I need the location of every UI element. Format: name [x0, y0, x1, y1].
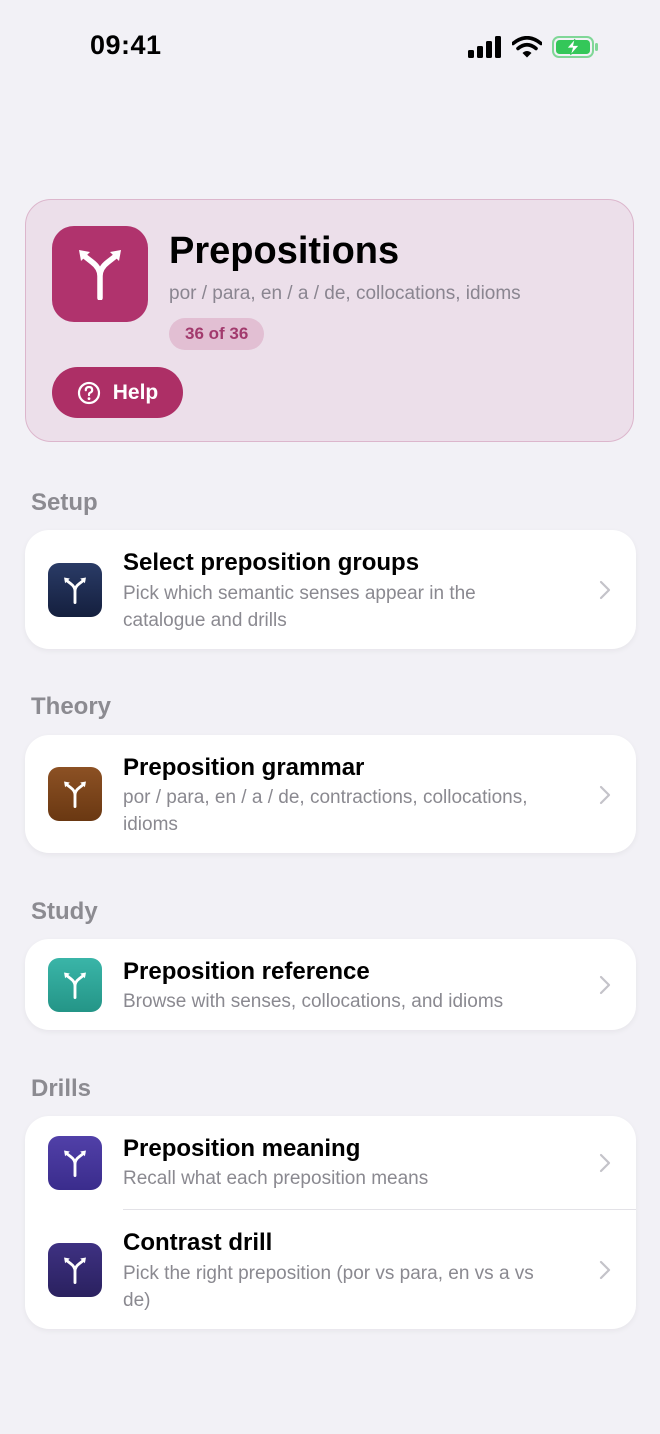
cellular-signal-icon — [468, 36, 501, 58]
page-title: Prepositions — [169, 230, 400, 272]
chevron-right-icon — [599, 1153, 611, 1173]
status-icons — [468, 36, 600, 58]
row-subtitle: por / para, en / a / de, contractions, c… — [123, 787, 528, 835]
help-button-label: Help — [112, 380, 159, 404]
row-title: Preposition reference — [123, 958, 370, 985]
progress-badge: 36 of 36 — [169, 318, 265, 350]
section-header-drills: Drills — [31, 1075, 92, 1102]
status-bar: 09:41 — [0, 0, 660, 100]
row-subtitle: Recall what each preposition means — [123, 1168, 429, 1189]
groups-row-icon — [48, 563, 102, 617]
theory-card: Preposition grammar por / para, en / a /… — [25, 735, 636, 853]
help-button[interactable]: Help — [52, 367, 183, 418]
fork-arrow-icon — [64, 781, 86, 808]
status-time: 09:41 — [90, 30, 162, 60]
fork-arrow-icon — [79, 250, 121, 300]
fork-arrow-icon — [64, 1150, 86, 1177]
drills-card: Preposition meaning Recall what each pre… — [25, 1116, 636, 1329]
battery-charging-icon — [552, 36, 598, 58]
contrast-row-icon — [48, 1243, 102, 1297]
row-title: Preposition meaning — [123, 1135, 361, 1162]
setup-card: Select preposition groups Pick which sem… — [25, 530, 636, 649]
select-preposition-groups-row[interactable]: Select preposition groups Pick which sem… — [25, 530, 636, 649]
row-subtitle: Browse with senses, collocations, and id… — [123, 991, 504, 1012]
chevron-right-icon — [599, 785, 611, 805]
row-title: Select preposition groups — [123, 549, 420, 576]
section-header-setup: Setup — [31, 489, 98, 516]
chevron-right-icon — [599, 1260, 611, 1280]
preposition-grammar-row[interactable]: Preposition grammar por / para, en / a /… — [25, 735, 636, 853]
fork-arrow-icon — [64, 577, 86, 604]
section-header-theory: Theory — [31, 693, 112, 720]
page-subtitle: por / para, en / a / de, collocations, i… — [169, 283, 521, 304]
contrast-drill-row[interactable]: Contrast drill Pick the right prepositio… — [25, 1210, 636, 1329]
chevron-right-icon — [599, 975, 611, 995]
reference-row-icon — [48, 958, 102, 1012]
hero-app-icon — [52, 226, 148, 322]
fork-arrow-icon — [64, 1257, 86, 1284]
section-header-study: Study — [31, 898, 98, 925]
preposition-meaning-row[interactable]: Preposition meaning Recall what each pre… — [25, 1116, 636, 1209]
hero-card: Prepositions por / para, en / a / de, co… — [25, 199, 634, 442]
meaning-row-icon — [48, 1136, 102, 1190]
row-title: Preposition grammar — [123, 754, 365, 781]
row-subtitle: Pick which semantic senses appear in the… — [123, 583, 476, 631]
grammar-row-icon — [48, 767, 102, 821]
study-card: Preposition reference Browse with senses… — [25, 939, 636, 1030]
row-subtitle: Pick the right preposition (por vs para,… — [123, 1263, 534, 1311]
chevron-right-icon — [599, 580, 611, 600]
fork-arrow-icon — [64, 972, 86, 999]
wifi-icon — [512, 36, 542, 58]
question-circle-icon — [77, 381, 100, 404]
row-title: Contrast drill — [123, 1229, 273, 1256]
preposition-reference-row[interactable]: Preposition reference Browse with senses… — [25, 939, 636, 1030]
